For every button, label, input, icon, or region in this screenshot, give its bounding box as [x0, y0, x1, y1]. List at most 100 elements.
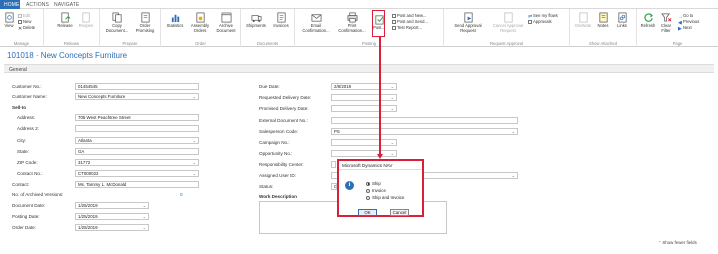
group-label-request-approval: Request Approval — [489, 41, 524, 46]
order-promising-button[interactable]: Order Promising — [132, 12, 158, 33]
chevron-down-icon: ⌄ — [192, 171, 196, 176]
address-label: Address: — [17, 115, 36, 120]
radio-invoice[interactable]: Invoice — [366, 188, 386, 193]
due-date-field[interactable]: 2/8/2019 ⌄ — [331, 83, 397, 90]
chevron-down-icon: ⌄ — [390, 84, 394, 89]
chevron-down-icon: ⌄ — [192, 138, 196, 143]
tab-navigate[interactable]: NAVIGATE — [54, 2, 79, 8]
responsibility-field[interactable] — [331, 161, 336, 168]
group-label-order: Order — [195, 41, 206, 46]
refresh-button[interactable]: Refresh — [639, 12, 657, 29]
chevron-down-icon: ⌄ — [390, 151, 394, 156]
radio-ship[interactable]: Ship — [366, 181, 381, 186]
copy-document-label-2: Document... — [105, 27, 129, 33]
info-icon: i — [345, 181, 354, 190]
links-button[interactable]: Links — [613, 12, 631, 29]
see-my-flows-button[interactable]: ⇌See my flows — [528, 13, 558, 19]
customer-name-field[interactable]: New Concepts Furniture ⌄ — [75, 93, 199, 100]
chevron-down-icon: ⌄ — [142, 214, 146, 219]
tab-actions[interactable]: ACTIONS — [26, 2, 49, 8]
requested-delivery-field[interactable]: ⌄ — [331, 94, 397, 101]
chevron-down-icon: ⌄ — [511, 129, 515, 134]
contact-no-field[interactable]: CT000022 ⌄ — [75, 170, 199, 177]
view-button[interactable]: View — [2, 12, 16, 29]
approvals-button[interactable]: Approvals — [528, 19, 552, 24]
section-header-general[interactable]: General — [4, 64, 714, 73]
go-to-button[interactable]: →Go to — [678, 13, 693, 19]
document-date-field[interactable]: 1/25/2019 ⌄ — [75, 202, 149, 209]
send-approval-request-button[interactable]: Send Approval Request — [448, 12, 488, 33]
radio-invoice-label: Invoice — [372, 188, 386, 193]
statistics-button[interactable]: Statistics — [163, 12, 187, 29]
due-date-label: Due Date: — [259, 84, 280, 89]
group-label-release: Release — [63, 41, 80, 46]
assembly-orders-button[interactable]: Assembly Orders — [188, 12, 212, 33]
copy-document-button[interactable]: Copy Document... — [104, 12, 130, 33]
customer-no-field[interactable]: 01454545 — [75, 83, 199, 90]
page-title: 101018 · New Concepts Furniture — [7, 51, 128, 60]
city-label: City: — [17, 138, 27, 143]
notes-button[interactable]: Notes — [594, 12, 612, 29]
cancel-button[interactable]: Cancel — [390, 209, 409, 216]
archive-document-label-2: Document — [216, 27, 236, 33]
salesperson-label: Salesperson Code: — [259, 129, 299, 134]
campaign-field[interactable]: ⌄ — [331, 139, 397, 146]
print-confirmation-button[interactable]: Print Confirmation... — [335, 12, 369, 33]
test-report-button[interactable]: Test Report... — [392, 25, 422, 30]
chevron-down-icon: ⌄ — [142, 225, 146, 230]
ok-button[interactable]: OK — [358, 209, 377, 216]
document-date-label: Document Date: — [12, 203, 46, 208]
clear-filter-button[interactable]: Clear Filter — [658, 12, 674, 33]
release-button[interactable]: Release — [56, 12, 74, 29]
customer-name-label: Customer Name: — [12, 94, 47, 99]
tab-home[interactable]: HOME — [4, 2, 19, 8]
external-doc-label: External Document No.: — [259, 118, 308, 123]
email-confirmation-button[interactable]: Email Confirmation... — [299, 12, 333, 33]
state-field[interactable]: GA — [75, 148, 199, 155]
refresh-label: Refresh — [640, 23, 656, 28]
chevron-down-icon: ⌄ — [390, 106, 394, 111]
address2-field[interactable] — [75, 125, 199, 132]
order-date-value: 1/25/2019 — [78, 225, 98, 230]
zip-value: 31772 — [78, 160, 91, 165]
zip-field[interactable]: 31772 ⌄ — [75, 159, 199, 166]
opportunity-field[interactable]: ⌄ — [331, 150, 397, 157]
post-and-send-button[interactable]: Post and Send... — [392, 19, 428, 24]
onenote-button[interactable]: OneNote — [573, 12, 593, 29]
salesperson-field[interactable]: PS ⌄ — [331, 128, 518, 135]
promised-delivery-field[interactable]: ⌄ — [331, 105, 397, 112]
next-button[interactable]: ▶Next — [678, 25, 692, 31]
document-date-value: 1/25/2019 — [78, 203, 98, 208]
chevron-up-icon: ⌃ — [658, 240, 662, 245]
group-posting: Email Confirmation... Print Confirmation… — [295, 9, 444, 47]
delete-button[interactable]: ✕Delete — [18, 25, 35, 31]
contact-no-label: Contact No.: — [17, 171, 43, 176]
contact-field[interactable]: Ms. Tammy L. McDonald — [75, 181, 199, 188]
invoices-button[interactable]: Invoices — [269, 12, 293, 29]
reopen-icon — [81, 12, 90, 23]
address-field[interactable]: 705 West Peachtree Street — [75, 114, 199, 121]
group-order: Statistics Assembly Orders Archive Docum… — [161, 9, 241, 47]
external-doc-field[interactable] — [331, 117, 518, 124]
shipments-button[interactable]: Shipments — [243, 12, 269, 29]
send-approval-label-2: Request — [460, 27, 476, 33]
responsibility-label: Responsibility Center: — [259, 162, 304, 167]
new-button[interactable]: New — [18, 19, 31, 24]
post-and-new-button[interactable]: Post and New... — [392, 13, 426, 18]
cancel-approval-request-button[interactable]: Cancel Approval Request — [488, 12, 528, 33]
order-date-field[interactable]: 1/25/2019 ⌄ — [75, 224, 149, 231]
flows-icon: ⇌ — [528, 13, 533, 20]
edit-button[interactable]: Edit — [18, 13, 30, 18]
radio-ship-and-invoice[interactable]: Ship and Invoice — [366, 195, 404, 200]
city-field[interactable]: Atlanta ⌄ — [75, 137, 199, 144]
posting-date-field[interactable]: 1/25/2019 ⌄ — [75, 213, 149, 220]
archived-versions-value[interactable]: 0 — [180, 192, 183, 197]
post-options-dialog: Microsoft Dynamics NAV i Ship Invoice Sh… — [337, 159, 424, 217]
customer-no-label: Customer No.: — [12, 84, 42, 89]
reopen-button[interactable]: Reopen — [76, 12, 96, 29]
go-to-label: Go to — [683, 13, 694, 18]
show-fewer-fields-link[interactable]: ⌃Show fewer fields — [658, 240, 697, 245]
previous-button[interactable]: ◀Previous — [678, 19, 699, 25]
archive-document-button[interactable]: Archive Document — [213, 12, 239, 33]
delete-label: Delete — [23, 25, 36, 30]
